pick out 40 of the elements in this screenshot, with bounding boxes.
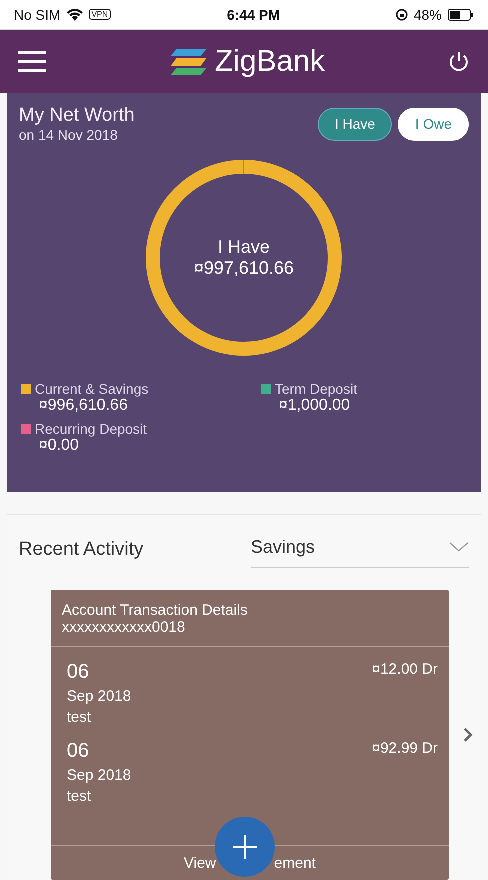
vpn-badge: VPN [88, 9, 112, 20]
legend-value: ¤0.00 [38, 437, 80, 456]
transaction-month: Sep 2018 [67, 688, 132, 705]
date-text: on 14 Nov 2018 [19, 127, 119, 144]
menu-icon[interactable] [18, 50, 46, 73]
rotation-lock-icon [396, 8, 408, 21]
legend-value: ¤996,610.66 [38, 397, 129, 416]
statement-link[interactable]: View [184, 854, 216, 872]
legend-label: Term Deposit [275, 381, 358, 398]
transaction-day: 06 [67, 740, 132, 763]
account-dropdown[interactable]: Savings [251, 527, 469, 568]
transaction-day: 06 [67, 661, 132, 684]
clock-text: 6:44 PM [227, 6, 280, 23]
card-title: Account Transaction Details [62, 602, 249, 619]
carrier-text: No SIM [14, 6, 61, 23]
wifi-icon [66, 8, 83, 21]
transaction-description: test [67, 709, 92, 726]
transaction-description: test [67, 788, 92, 805]
logo-icon [168, 46, 209, 77]
toggle-button[interactable]: I Owe [398, 108, 469, 141]
statement-link[interactable]: ement [274, 854, 316, 872]
toggle-button[interactable]: I Have [318, 108, 392, 141]
transaction-month: Sep 2018 [67, 767, 132, 784]
transaction-amount: ¤12.00 Dr [372, 661, 438, 680]
power-icon[interactable] [448, 50, 470, 73]
account-number: xxxxxxxxxxxx0018 [62, 619, 186, 636]
plus-icon [233, 835, 257, 859]
section-title: Recent Activity [19, 539, 144, 562]
legend-label: Recurring Deposit [35, 421, 148, 438]
app-title: ZigBank [214, 44, 326, 79]
battery-icon [448, 8, 474, 21]
chevron-down-icon [449, 542, 469, 552]
legend-label: Current & Savings [35, 381, 149, 398]
chevron-right-icon[interactable] [463, 727, 473, 743]
donut-total: ¤997,610.66 [194, 258, 294, 280]
section-title: My Net Worth [19, 105, 135, 128]
battery-percent: 48% [414, 6, 442, 23]
legend-value: ¤1,000.00 [278, 397, 352, 416]
transaction-amount: ¤92.99 Dr [372, 740, 438, 759]
donut-label: I Have [218, 237, 270, 258]
